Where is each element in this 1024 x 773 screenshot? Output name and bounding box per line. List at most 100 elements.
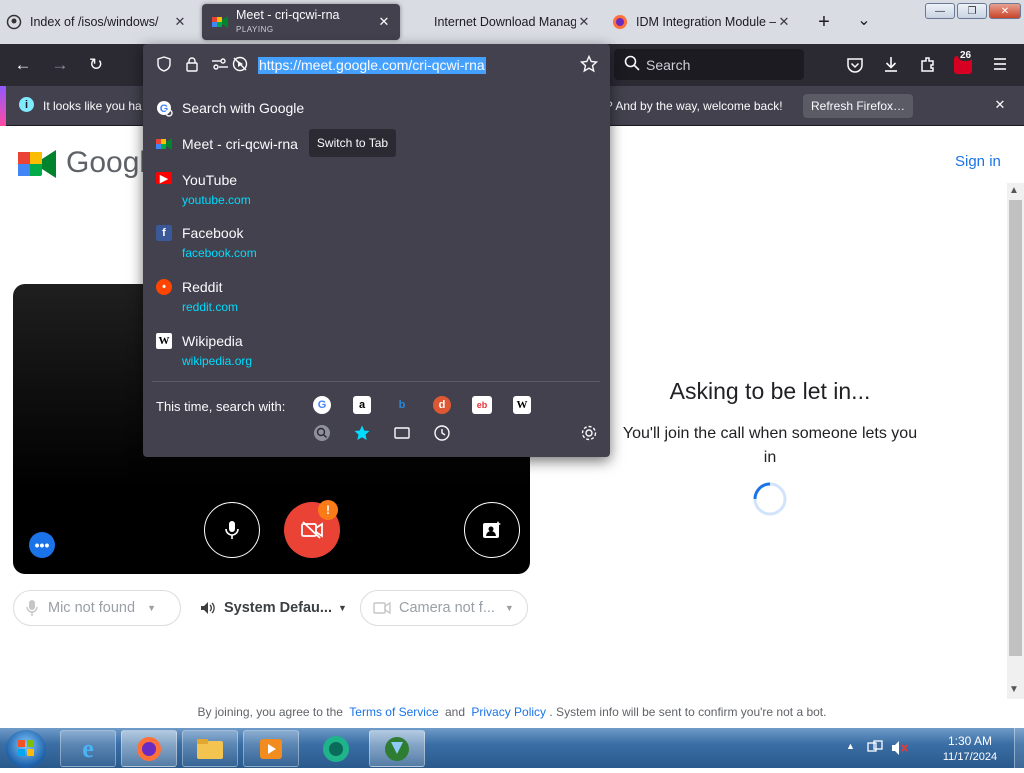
clock-date[interactable]: 11/17/2024 xyxy=(930,751,1010,763)
terms-footer: By joining, you agree to the Terms of Se… xyxy=(0,705,1024,719)
join-status-title: Asking to be let in... xyxy=(669,378,871,404)
autoplay-blocked-icon[interactable] xyxy=(232,56,248,72)
tab-close-icon[interactable]: ✕ xyxy=(376,14,392,30)
ebay-engine-icon[interactable]: eb xyxy=(472,396,492,414)
info-icon: i xyxy=(19,97,34,112)
tab-idm-integration[interactable]: IDM Integration Module – C ✕ xyxy=(606,4,800,40)
show-desktop-button[interactable] xyxy=(1014,728,1024,768)
mic-select-pill[interactable]: Mic not found ▼ xyxy=(13,590,181,626)
visual-effects-icon xyxy=(483,521,501,538)
tab-title: IDM Integration Module – C xyxy=(636,15,776,29)
lock-icon[interactable] xyxy=(184,56,200,72)
suggestion-facebook[interactable]: Facebook xyxy=(182,225,243,241)
suggestion-wikipedia[interactable]: Wikipedia xyxy=(182,333,243,349)
tabs-search-icon[interactable] xyxy=(393,425,411,441)
forward-button[interactable]: → xyxy=(47,52,73,78)
microphone-button[interactable] xyxy=(204,502,260,558)
notification-close-icon[interactable]: ✕ xyxy=(992,97,1008,113)
google-meet-logo-icon xyxy=(18,148,56,180)
visual-effects-button[interactable] xyxy=(464,502,520,558)
taskbar-media-player[interactable] xyxy=(243,730,299,767)
switch-to-tab-tooltip: Switch to Tab xyxy=(309,129,396,157)
volume-muted-icon[interactable] xyxy=(891,740,909,756)
camera-pill-label: Camera not f... xyxy=(399,600,495,616)
scroll-up-icon[interactable]: ▲ xyxy=(1009,185,1019,196)
google-engine-icon[interactable]: G xyxy=(313,396,331,414)
taskbar-app[interactable] xyxy=(308,730,364,767)
maximize-button[interactable]: ❐ xyxy=(957,3,987,19)
network-icon[interactable] xyxy=(867,740,883,754)
back-button[interactable]: ← xyxy=(10,52,36,78)
page-icon xyxy=(6,14,22,30)
internet-explorer-icon: e xyxy=(82,733,94,763)
more-options-icon[interactable]: ••• xyxy=(29,532,55,558)
camera-warning-badge: ! xyxy=(318,500,338,520)
idm-icon xyxy=(385,736,409,761)
duckduckgo-engine-icon[interactable]: d xyxy=(433,396,451,414)
search-engine-icon[interactable] xyxy=(314,425,330,441)
search-bar[interactable] xyxy=(614,49,804,80)
footer-suffix: . System info will be sent to confirm yo… xyxy=(549,705,827,719)
clock-time[interactable]: 1:30 AM xyxy=(930,734,1010,748)
wikipedia-engine-icon[interactable]: W xyxy=(513,396,531,414)
search-with-google[interactable]: Search with Google xyxy=(182,100,304,116)
url-input[interactable]: https://meet.google.com/cri-qcwi-rna xyxy=(258,57,486,74)
tab-close-icon[interactable]: ✕ xyxy=(172,14,188,30)
taskbar-internet-explorer[interactable]: e xyxy=(60,730,116,767)
suggestion-youtube[interactable]: YouTube xyxy=(182,172,237,188)
tray-overflow-icon[interactable]: ▲ xyxy=(846,741,855,751)
amazon-engine-icon[interactable]: a xyxy=(353,396,371,414)
start-button[interactable] xyxy=(6,730,46,768)
privacy-policy-link[interactable]: Privacy Policy xyxy=(471,705,546,719)
google-logo-text: Googl xyxy=(66,146,147,179)
youtube-icon: ▶ xyxy=(156,172,172,185)
suggestion-reddit[interactable]: Reddit xyxy=(182,279,222,295)
refresh-firefox-button[interactable]: Refresh Firefox… xyxy=(803,94,913,118)
permissions-icon[interactable] xyxy=(211,57,229,71)
tab-index-isos[interactable]: Index of /isos/windows/ ✕ xyxy=(6,4,196,40)
sign-in-link[interactable]: Sign in xyxy=(955,153,1001,170)
taskbar-idm[interactable] xyxy=(369,730,425,767)
history-search-icon[interactable] xyxy=(433,424,451,442)
tab-playing-label: PLAYING xyxy=(236,24,274,34)
microphone-icon xyxy=(225,521,239,539)
tracking-protection-icon[interactable] xyxy=(156,56,172,72)
list-all-tabs-button[interactable]: ⌄ xyxy=(854,12,874,32)
search-icon xyxy=(624,55,640,71)
google-meet-icon xyxy=(212,14,228,30)
suggestion-wikipedia-url: wikipedia.org xyxy=(182,354,253,368)
reload-button[interactable]: ↻ xyxy=(83,52,109,78)
terms-of-service-link[interactable]: Terms of Service xyxy=(349,705,438,719)
scrollbar-thumb[interactable] xyxy=(1009,200,1022,656)
tab-idm[interactable]: Internet Download Manager ✕ xyxy=(410,4,600,40)
camera-icon xyxy=(373,602,391,614)
extensions-icon[interactable] xyxy=(919,55,937,73)
suggestion-meet[interactable]: Meet - cri-qcwi-rna xyxy=(182,136,298,152)
tab-close-icon[interactable]: ✕ xyxy=(576,14,592,30)
speaker-select-pill[interactable]: System Defau... ▼ xyxy=(187,590,350,626)
pocket-icon[interactable] xyxy=(846,56,864,74)
tab-title: Internet Download Manager xyxy=(434,15,576,29)
one-off-search-label: This time, search with: xyxy=(156,399,286,414)
bookmarks-search-icon[interactable] xyxy=(353,424,371,442)
bookmark-star-icon[interactable] xyxy=(579,54,599,73)
menu-icon[interactable] xyxy=(991,55,1009,73)
taskbar-file-explorer[interactable] xyxy=(182,730,238,767)
downloads-icon[interactable] xyxy=(882,55,900,73)
footer-and: and xyxy=(444,705,466,719)
search-settings-gear-icon[interactable] xyxy=(580,424,598,442)
scroll-down-icon[interactable]: ▼ xyxy=(1009,684,1019,695)
firefox-icon xyxy=(137,736,161,761)
close-window-button[interactable]: ✕ xyxy=(989,3,1021,19)
tab-meet[interactable]: Meet - cri-qcwi-rna PLAYING ✕ xyxy=(202,4,400,40)
join-status-body: You'll join the call when someone lets y… xyxy=(622,425,918,466)
taskbar-firefox[interactable] xyxy=(121,730,177,767)
bing-engine-icon[interactable]: b xyxy=(393,396,411,414)
camera-select-pill[interactable]: Camera not f... ▼ xyxy=(360,590,528,626)
tab-title: Meet - cri-qcwi-rna xyxy=(236,8,340,22)
media-player-icon xyxy=(260,738,282,759)
reddit-icon: • xyxy=(156,279,172,295)
minimize-button[interactable]: — xyxy=(925,3,955,19)
tab-close-icon[interactable]: ✕ xyxy=(776,14,792,30)
new-tab-button[interactable]: + xyxy=(814,12,834,32)
